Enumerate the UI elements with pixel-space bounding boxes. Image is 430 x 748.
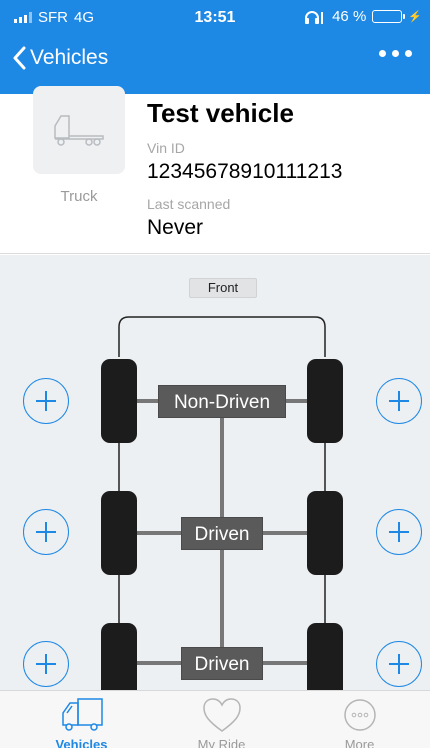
- last-scanned-label: Last scanned: [147, 196, 231, 212]
- vehicle-info: Truck Test vehicle Vin ID 12345678910111…: [0, 86, 430, 254]
- axle-label-3: Driven: [181, 647, 263, 680]
- axle-diagram: Front Non-Driven Driven Driven: [0, 255, 430, 690]
- tab-my-ride-label: My Ride: [197, 737, 246, 748]
- tab-bar: Vehicles My Ride More: [0, 690, 430, 748]
- truck-icon: [54, 115, 104, 146]
- back-button[interactable]: Vehicles: [12, 46, 108, 70]
- back-label: Vehicles: [30, 46, 109, 69]
- add-tire-left-3[interactable]: [23, 641, 69, 687]
- tab-vehicles[interactable]: Vehicles: [10, 691, 153, 748]
- more-icon: [343, 699, 376, 731]
- axle-label-2: Driven: [181, 517, 263, 550]
- vehicle-name: Test vehicle: [147, 98, 294, 128]
- app-header: SFR 4G 13:51 46 % ⚡ Vehicles: [0, 0, 430, 94]
- chevron-left-icon: [13, 46, 26, 70]
- heart-icon: [202, 698, 241, 732]
- status-bar: SFR 4G 13:51 46 % ⚡: [0, 0, 430, 32]
- last-scanned-value: Never: [147, 216, 204, 239]
- tab-vehicles-label: Vehicles: [55, 737, 108, 748]
- tire-rear-left[interactable]: [101, 623, 137, 690]
- tire-middle-left[interactable]: [101, 491, 137, 575]
- battery-percent: 46 %: [332, 8, 367, 25]
- chassis-lines: [118, 316, 326, 665]
- tire-middle-right[interactable]: [307, 491, 343, 575]
- add-tire-right-2[interactable]: [376, 509, 422, 555]
- status-right: 46 % ⚡: [304, 8, 422, 25]
- vehicle-type: Truck: [60, 188, 98, 205]
- add-tire-right-1[interactable]: [376, 378, 422, 424]
- axle-label-1: Non-Driven: [158, 385, 286, 418]
- add-tire-left-1[interactable]: [23, 378, 69, 424]
- tab-more-label: More: [344, 737, 375, 748]
- tire-front-left[interactable]: [101, 359, 137, 443]
- vin-label: Vin ID: [147, 140, 185, 156]
- navigation-bar: Vehicles: [0, 40, 430, 86]
- tab-my-ride[interactable]: My Ride: [150, 691, 293, 748]
- vehicle-thumbnail: [33, 86, 125, 174]
- front-label: Front: [189, 278, 257, 298]
- tab-more[interactable]: More: [288, 691, 430, 748]
- charging-icon: ⚡: [408, 11, 422, 23]
- add-tire-left-2[interactable]: [23, 509, 69, 555]
- tire-front-right[interactable]: [307, 359, 343, 443]
- battery-icon: [372, 10, 406, 23]
- truck-icon: [61, 698, 103, 731]
- vin-value: 12345678910111213: [147, 160, 343, 183]
- add-tire-right-3[interactable]: [376, 641, 422, 687]
- ellipsis-icon[interactable]: [379, 50, 412, 57]
- tire-rear-right[interactable]: [307, 623, 343, 690]
- headphones-icon: [305, 10, 324, 24]
